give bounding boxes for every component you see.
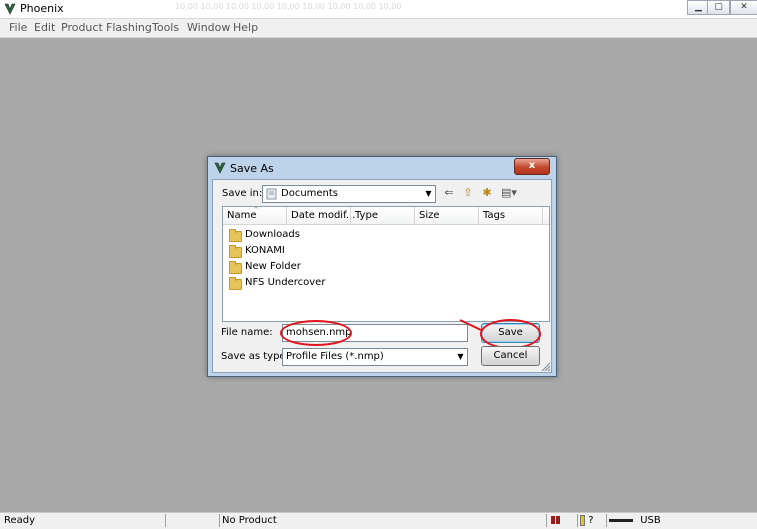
dialog-body: Save in: Documents ▼ ⇐ ⇧ ✱ ▤▾ ^ Name Dat… [212,179,552,373]
list-item[interactable]: NFS Undercover [229,276,429,292]
menu-edit[interactable]: Edit [34,21,55,34]
folder-icon [229,229,242,242]
menu-flashing[interactable]: Flashing [106,21,152,34]
menu-file[interactable]: File [9,21,27,34]
phoenix-dialog-icon [214,162,226,174]
column-divider[interactable] [478,207,479,224]
red-annotation-circle-save [480,319,541,349]
status-bar: Ready No Product ? USB [0,512,757,529]
folder-icon [229,245,242,258]
faded-toolbar-readout: 10,00 10,00 10,00 10,00 10,00 10,00 10,0… [175,2,402,11]
status-product: No Product [219,514,542,527]
save-in-label: Save in: [222,188,263,199]
file-name: New Folder [245,261,301,272]
menu-tools[interactable]: Tools [152,21,179,34]
flash-status-icon [546,514,577,527]
red-annotation-circle-filename [280,320,352,346]
dialog-title: Save As [230,162,274,175]
help-icon: ? [577,514,606,527]
usb-label: USB [640,515,661,526]
new-folder-icon[interactable]: ✱ [479,186,495,200]
column-divider[interactable] [350,207,351,224]
up-folder-icon[interactable]: ⇧ [460,186,476,200]
column-name[interactable]: Name [227,210,257,221]
menu-window[interactable]: Window [187,21,230,34]
column-divider[interactable] [286,207,287,224]
save-as-type-value: Profile Files (*.nmp) [286,351,384,362]
column-type[interactable]: Type [355,210,378,221]
column-headers: ^ Name Date modif... Type Size Tags [223,206,549,225]
file-name: Downloads [245,229,300,240]
app-title: Phoenix [20,2,64,15]
save-as-dialog: Save As x Save in: Documents ▼ ⇐ ⇧ ✱ ▤▾ … [207,156,557,377]
list-item[interactable]: KONAMI [229,244,429,260]
dialog-title-bar[interactable]: Save As x [208,157,556,179]
status-ready: Ready [4,515,36,526]
chevron-down-icon: ▼ [425,189,432,198]
column-divider[interactable] [542,207,543,224]
file-name: NFS Undercover [245,277,326,288]
save-as-type-label: Save as type: [221,351,289,362]
chevron-down-icon: ▼ [457,352,464,361]
folder-icon [229,261,242,274]
usb-connection-status: USB [606,514,757,527]
documents-folder-icon [266,188,277,200]
list-item[interactable]: New Folder [229,260,429,276]
folder-icon [229,277,242,290]
usb-plug-icon [609,518,633,522]
menu-help[interactable]: Help [233,21,258,34]
column-date-modified[interactable]: Date modif... [291,210,355,221]
dialog-close-button[interactable]: x [514,158,550,175]
maximize-button[interactable]: ▢ [707,0,730,15]
file-name: KONAMI [245,245,285,256]
save-in-value: Documents [281,188,339,199]
close-window-button[interactable]: ✕ [730,0,757,15]
cancel-button[interactable]: Cancel [481,346,540,366]
view-menu-icon[interactable]: ▤▾ [498,186,520,200]
menu-product[interactable]: Product [61,21,103,34]
status-panel-empty [165,514,218,527]
column-divider[interactable] [414,207,415,224]
save-in-dropdown[interactable]: Documents ▼ [262,185,436,203]
resize-grip-icon[interactable] [541,362,551,372]
back-arrow-icon[interactable]: ⇐ [441,186,457,200]
title-bar: Phoenix 10,00 10,00 10,00 10,00 10,00 10… [0,0,757,19]
menu-bar: File Edit Product Flashing Tools Window … [0,19,757,38]
save-as-type-dropdown[interactable]: Profile Files (*.nmp) ▼ [282,348,468,366]
file-name-label: File name: [221,327,273,338]
list-item[interactable]: Downloads [229,228,429,244]
column-tags[interactable]: Tags [483,210,505,221]
column-size[interactable]: Size [419,210,440,221]
help-glyph: ? [588,515,594,526]
file-list[interactable]: ^ Name Date modif... Type Size Tags Down… [222,206,550,322]
phoenix-app-icon [4,3,16,15]
